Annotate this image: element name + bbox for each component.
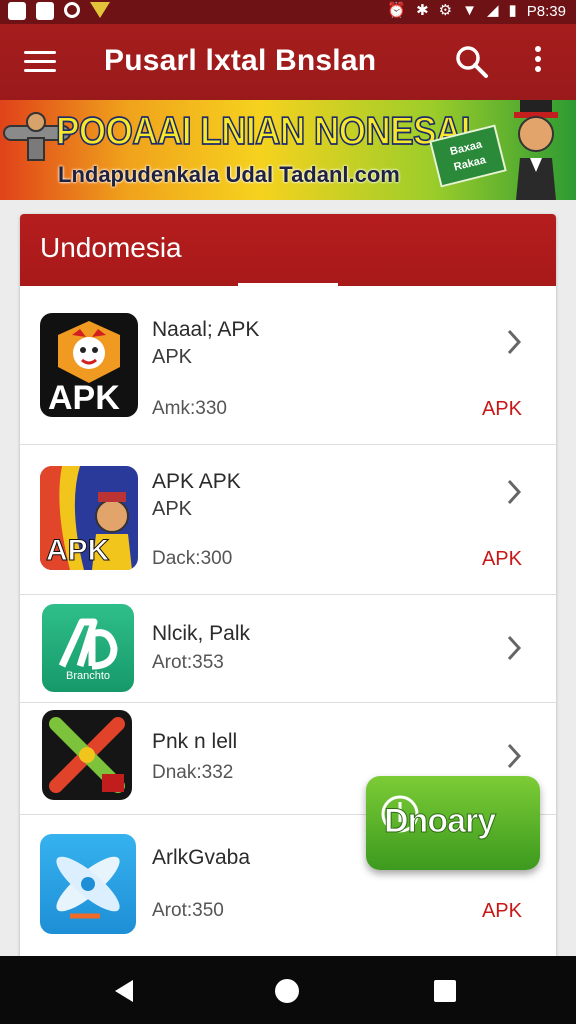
warning-icon	[90, 2, 110, 18]
chevron-right-icon[interactable]	[506, 742, 522, 770]
bluetooth-icon: ✱	[416, 2, 429, 19]
chevron-right-icon[interactable]	[506, 634, 522, 662]
apk-tag[interactable]: APK	[482, 900, 522, 923]
recents-icon[interactable]	[434, 980, 456, 1002]
banner-subline: Lndapudenkala Udal Tadanl.com	[58, 162, 400, 187]
tab-indicator	[238, 283, 338, 286]
apk-tag[interactable]: APK	[482, 398, 522, 421]
back-icon[interactable]	[113, 978, 135, 1004]
system-nav-bar	[0, 956, 576, 1024]
app-subtitle: APK	[152, 346, 193, 368]
blue-tool-icon	[40, 834, 136, 934]
apk-character-icon: APK	[40, 466, 138, 570]
status-bar: ⏰ ✱ ⚙ ▼ ◢ ▮ P8:39	[0, 0, 576, 24]
list-item[interactable]: Branchto Nlcik, Palk Arot:353	[20, 594, 556, 703]
chevron-right-icon[interactable]	[506, 328, 522, 356]
app-meta: Arot:350	[152, 900, 224, 921]
list-item[interactable]: APK Naaal; APK APK Amk:330 APK	[20, 292, 556, 445]
apk-logo-icon: APK	[40, 313, 138, 417]
search-icon[interactable]	[454, 44, 490, 80]
notification-icon	[8, 2, 26, 20]
apk-tag[interactable]: APK	[482, 548, 522, 571]
more-vert-icon[interactable]	[532, 46, 544, 78]
app-name: ArlkGvaba	[152, 846, 251, 869]
app-bar: Pusarl lxtal Bnslan	[0, 24, 576, 100]
app-name: Nlcik, Palk	[152, 622, 251, 645]
wifi-icon: ▼	[462, 2, 477, 19]
app-name: APK APK	[152, 470, 241, 493]
app-meta: Dnak:332	[152, 762, 234, 783]
crossed-tools-icon	[42, 710, 132, 800]
menu-icon[interactable]	[24, 51, 56, 73]
alarm-icon: ⏰	[387, 2, 407, 19]
card-header: Undomesia	[20, 214, 556, 286]
signal-icon: ◢	[486, 2, 499, 19]
chevron-right-icon[interactable]	[506, 478, 522, 506]
home-icon[interactable]	[275, 979, 299, 1003]
battery-icon: ▮	[508, 2, 517, 19]
gallery-icon	[36, 2, 54, 20]
list-item[interactable]: APK APK APK APK Dack:300 APK	[20, 444, 556, 595]
promo-banner[interactable]: POOAAI LNIAN NONESAI Lndapudenkala Udal …	[0, 100, 576, 200]
app-subtitle: APK	[152, 498, 193, 520]
settings-icon: ⚙	[438, 2, 453, 19]
record-icon	[64, 2, 80, 18]
download-button[interactable]: Dnoary	[366, 776, 540, 870]
app-name: Naaal; APK	[152, 318, 260, 341]
card-title: Undomesia	[40, 232, 182, 263]
mascot-icon	[514, 100, 558, 200]
icon-label: APK	[45, 534, 110, 568]
download-label: Dnoary	[383, 802, 496, 841]
icon-label: APK	[48, 379, 120, 417]
app-title: Pusarl lxtal Bnslan	[104, 44, 377, 77]
banner-headline: POOAAI LNIAN NONESAI	[55, 109, 471, 154]
status-time: P8:39	[526, 2, 566, 20]
app-name: Pnk n lell	[152, 730, 238, 753]
icon-label: Branchto	[65, 670, 111, 682]
green-app-icon: Branchto	[42, 604, 134, 692]
app-meta: Amk:330	[152, 398, 227, 419]
app-meta: Dack:300	[152, 548, 233, 569]
app-meta: Arot:353	[152, 652, 224, 673]
